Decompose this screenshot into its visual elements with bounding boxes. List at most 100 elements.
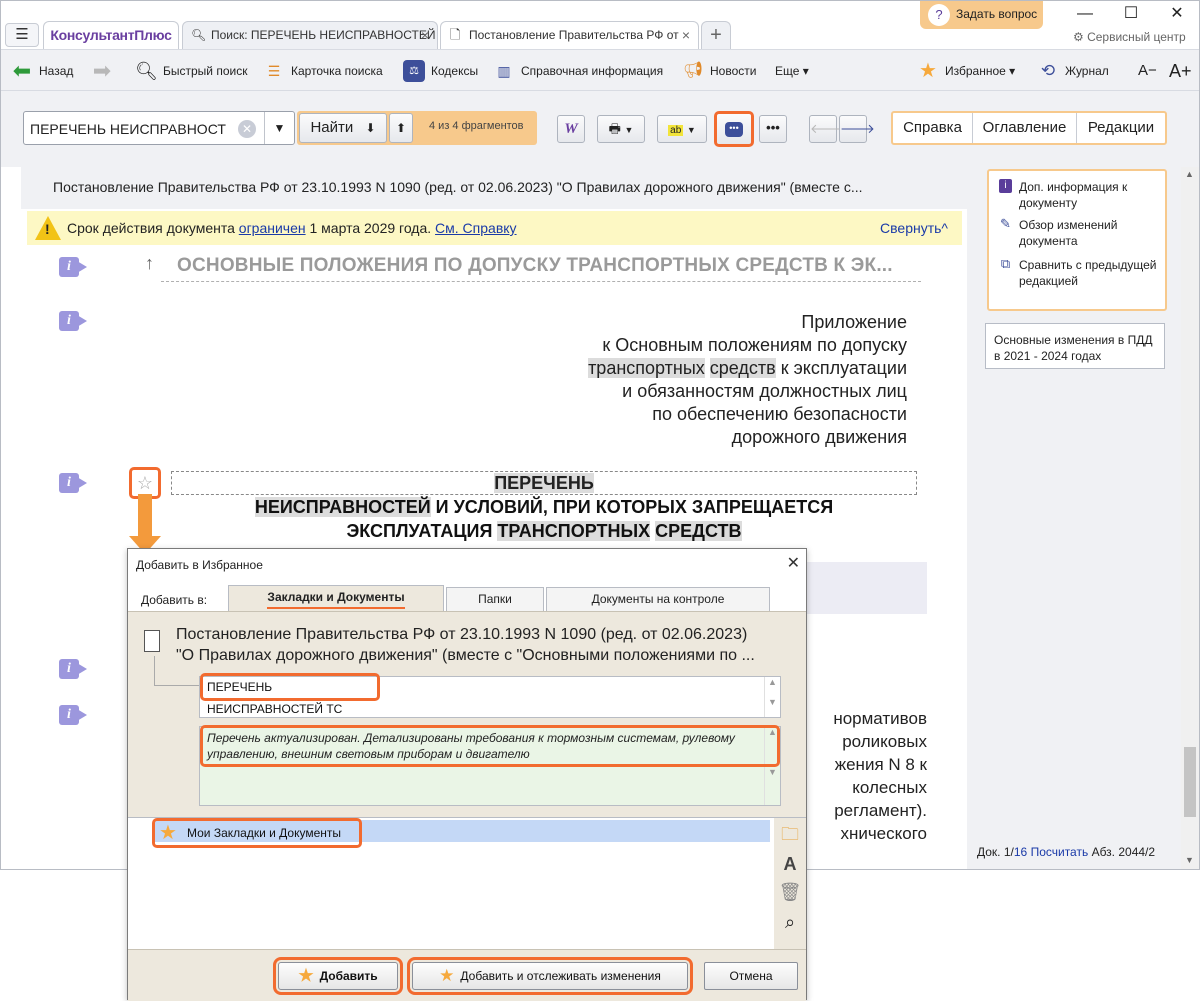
codes-button[interactable]: ⚖ Кодексы — [403, 60, 478, 82]
more-actions-button[interactable]: ••• — [759, 115, 787, 143]
body-line: хнического — [840, 824, 927, 843]
add-to-label: Добавить в: — [141, 593, 208, 607]
ask-question-button[interactable]: ? Задать вопрос — [920, 1, 1043, 29]
nav-back-button[interactable]: 🡐 — [809, 115, 845, 143]
search-input[interactable] — [30, 118, 240, 140]
find-group: Найти ⬇ ⬆ 4 из 4 фрагментов — [297, 111, 537, 145]
status-total-link[interactable]: 16 — [1014, 845, 1027, 859]
new-tab-button[interactable]: + — [701, 21, 731, 49]
clear-icon[interactable]: ✕ — [238, 120, 256, 138]
more-menu[interactable]: Еще ▾ — [775, 60, 809, 82]
tab-bookmarks[interactable]: Закладки и Документы — [228, 585, 444, 611]
history-icon: ⟲ — [1040, 61, 1056, 80]
comment-button[interactable]: ••• — [714, 111, 754, 147]
bookmark-comment-value[interactable]: Перечень актуализирован. Детализированы … — [200, 725, 780, 767]
gear-icon: ⚙ — [1073, 30, 1088, 44]
more-label: Еще — [775, 64, 800, 78]
title-line: ЭКСПЛУАТАЦИЯ ТРАНСПОРТНЫХ СРЕДСТВ — [346, 521, 742, 541]
see-reference-link[interactable]: См. Справку — [435, 220, 517, 236]
appendix-line: транспортных средств к эксплуатации — [588, 358, 907, 378]
word-export-button[interactable]: W — [557, 115, 585, 143]
info-marker[interactable]: i — [59, 659, 87, 679]
right-panel: i Доп. информация к документу ✎ Обзор изме… — [967, 167, 1181, 869]
reference-button[interactable]: ▥ Справочная информация — [493, 60, 663, 82]
nav-forward-button[interactable]: 🡒 — [839, 115, 875, 143]
tab-editions[interactable]: Редакции — [1077, 113, 1165, 143]
close-tab-icon[interactable]: × — [421, 22, 429, 48]
binoculars-icon[interactable]: ⌕ — [778, 910, 802, 934]
collapse-link[interactable]: Свернуть^ — [880, 211, 948, 245]
font-increase-button[interactable]: A+ — [1169, 60, 1192, 82]
main-menu-button[interactable]: ☰ — [5, 23, 39, 47]
scroll-thumb[interactable] — [1184, 747, 1196, 817]
pdd-changes-link[interactable]: Основные изменения в ПДД в 2021 - 2024 г… — [985, 323, 1165, 369]
tab-bookmarks-label: Закладки и Документы — [267, 587, 405, 609]
scroll-up-icon[interactable]: ▲ — [1185, 169, 1194, 179]
changes-review-link[interactable]: ✎ Обзор изменений документа — [999, 217, 1159, 249]
logo-tab[interactable]: КонсультантПлюс — [43, 21, 179, 49]
tab-search[interactable]: 🔍︎ Поиск: ПЕРЕЧЕНЬ НЕИСПРАВНОСТЕЙ × — [182, 21, 438, 49]
info-marker[interactable]: i — [59, 257, 87, 277]
reference-label: Справочная информация — [521, 64, 664, 78]
folder-my-bookmarks[interactable]: ★ Мои Закладки и Документы — [152, 818, 362, 848]
print-button[interactable]: 🖶 ▼ — [597, 115, 645, 143]
forward-button[interactable]: ➡ — [91, 60, 119, 82]
trash-icon[interactable]: 🗑 — [778, 880, 802, 904]
search-icon: 🔍︎ — [135, 61, 158, 81]
search-card-label: Карточка поиска — [291, 64, 383, 78]
arrow-up-icon[interactable]: ↑ — [145, 253, 154, 274]
field-scrollbar[interactable]: ▲ ▼ — [764, 677, 780, 717]
chevron-up-icon: ^ — [941, 220, 948, 236]
news-label: Новости — [710, 64, 757, 78]
status-bar: Док. 1/16 Посчитать Абз. 2044/2 — [977, 845, 1155, 859]
info-marker[interactable]: i — [59, 473, 87, 493]
tab-monitored[interactable]: Документы на контроле — [546, 587, 770, 611]
quick-search-button[interactable]: 🔍︎ Быстрый поиск — [135, 60, 247, 82]
compare-link[interactable]: ⧉ Сравнить с предыдущей редакцией — [999, 257, 1159, 289]
news-button[interactable]: 📢︎ Новости — [682, 60, 757, 82]
count-link[interactable]: Посчитать — [1031, 845, 1089, 859]
cancel-button[interactable]: Отмена — [704, 962, 798, 990]
extra-info-link[interactable]: i Доп. информация к документу — [999, 179, 1159, 211]
add-and-track-button[interactable]: ★ Добавить и отслеживать изменения — [407, 957, 693, 995]
back-button[interactable]: ⬅ Назад — [11, 60, 74, 82]
search-card-button[interactable]: ☰ Карточка поиска — [263, 60, 383, 82]
service-center-link[interactable]: ⚙ Сервисный центр — [1073, 30, 1186, 44]
warning-text: Срок действия документа — [67, 220, 239, 236]
dialog-close-button[interactable]: ✕ — [787, 553, 800, 573]
warning-date: 1 марта 2029 года. — [305, 220, 436, 236]
find-prev-button[interactable]: ⬆ — [389, 113, 413, 143]
appendix-line: дорожного движения — [731, 427, 907, 447]
minimize-button[interactable]: — — [1067, 3, 1103, 25]
add-button[interactable]: ★ Добавить — [273, 957, 403, 995]
document-scrollbar[interactable]: ▲ ▼ — [1181, 167, 1199, 869]
tab-document[interactable]: 🗋 Постановление Правительства РФ от × — [440, 21, 699, 50]
changes-review-label: Обзор изменений документа — [1019, 218, 1118, 248]
close-window-button[interactable]: ✕ — [1159, 3, 1195, 25]
doc-title-line: "О Правилах дорожного движения" (вместе … — [176, 647, 755, 664]
favorites-menu[interactable]: ★ Избранное ▾ — [917, 60, 1015, 82]
close-tab-icon[interactable]: × — [682, 22, 690, 48]
rename-icon[interactable]: A — [778, 852, 802, 876]
folder-label: Мои Закладки и Документы — [187, 826, 342, 840]
search-history-dropdown[interactable]: ▼ — [264, 112, 294, 144]
section-heading[interactable]: ОСНОВНЫЕ ПОЛОЖЕНИЯ ПО ДОПУСКУ ТРАНСПОРТН… — [177, 255, 893, 277]
body-line: жения N 8 к — [834, 755, 927, 774]
limited-link[interactable]: ограничен — [239, 220, 306, 236]
new-folder-icon[interactable]: 🗀 — [778, 822, 802, 846]
maximize-button[interactable]: ☐ — [1113, 3, 1149, 25]
tab-spravka[interactable]: Справка — [893, 113, 973, 143]
info-marker[interactable]: i — [59, 705, 87, 725]
find-button[interactable]: Найти ⬇ — [299, 113, 387, 143]
info-marker[interactable]: i — [59, 311, 87, 331]
font-decrease-button[interactable]: A− — [1138, 60, 1157, 82]
tab-folders[interactable]: Папки — [446, 587, 544, 611]
document-icon — [144, 630, 160, 652]
scroll-down-icon[interactable]: ▼ — [1185, 855, 1194, 865]
highlight-button[interactable]: ab ▼ — [657, 115, 707, 143]
bookmark-name-value[interactable]: ПЕРЕЧЕНЬ НЕИСПРАВНОСТЕЙ ТС — [200, 673, 380, 716]
compare-label: Сравнить с предыдущей редакцией — [1019, 258, 1157, 288]
tab-contents[interactable]: Оглавление — [973, 113, 1077, 143]
journal-button[interactable]: ⟲ Журнал — [1037, 60, 1109, 82]
gray-block — [807, 562, 927, 614]
